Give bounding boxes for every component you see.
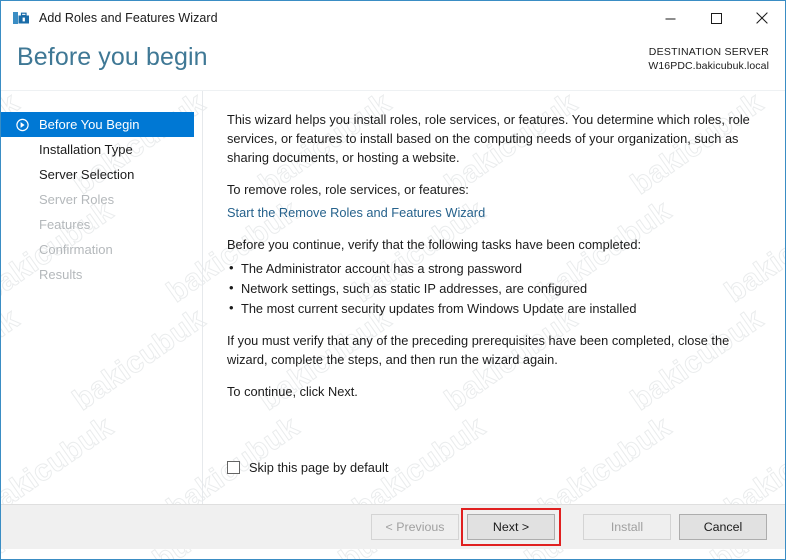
sidebar-item-label: Results bbox=[39, 267, 83, 282]
page-title: Before you begin bbox=[17, 43, 208, 71]
intro-paragraph: This wizard helps you install roles, rol… bbox=[227, 112, 750, 165]
destination-server-label: DESTINATION SERVER bbox=[648, 46, 769, 58]
sidebar-item-label: Installation Type bbox=[39, 142, 133, 157]
wizard-footer: < Previous Next > Install Cancel bbox=[1, 504, 785, 549]
skip-page-checkbox-row[interactable]: Skip this page by default bbox=[227, 460, 388, 475]
previous-button[interactable]: < Previous bbox=[371, 514, 459, 540]
sidebar-item-features: Features bbox=[1, 212, 202, 237]
minimize-button[interactable] bbox=[647, 1, 693, 35]
install-button-slot: Install bbox=[583, 514, 671, 540]
destination-server-block: DESTINATION SERVER W16PDC.bakicubuk.loca… bbox=[648, 45, 769, 73]
minimize-icon bbox=[665, 18, 675, 19]
prerequisite-task-item: Network settings, such as static IP addr… bbox=[227, 278, 763, 299]
previous-button-slot: < Previous bbox=[371, 514, 459, 540]
sidebar-item-label: Before You Begin bbox=[39, 117, 140, 132]
continue-paragraph: To continue, click Next. bbox=[227, 384, 358, 400]
sidebar-item-label: Confirmation bbox=[39, 242, 113, 257]
install-button[interactable]: Install bbox=[583, 514, 671, 540]
close-button[interactable] bbox=[739, 1, 785, 35]
prerequisite-task-item: The most current security updates from W… bbox=[227, 298, 763, 319]
server-toolbox-icon bbox=[13, 12, 29, 24]
sidebar-item-label: Server Selection bbox=[39, 167, 135, 182]
sidebar-item-server-selection[interactable]: Server Selection bbox=[1, 162, 202, 187]
sidebar-item-results: Results bbox=[1, 262, 202, 287]
prerequisite-task-item: The Administrator account has a strong p… bbox=[227, 258, 763, 279]
cancel-button[interactable]: Cancel bbox=[679, 514, 767, 540]
maximize-button[interactable] bbox=[693, 1, 739, 35]
sidebar-item-label: Features bbox=[39, 217, 91, 232]
title-bar: Add Roles and Features Wizard bbox=[1, 1, 785, 35]
sidebar-item-label: Server Roles bbox=[39, 192, 115, 207]
wizard-header: Before you begin DESTINATION SERVER W16P… bbox=[1, 35, 785, 91]
prerequisite-paragraph: If you must verify that any of the prece… bbox=[227, 333, 730, 368]
next-button[interactable]: Next > bbox=[467, 514, 555, 540]
next-button-slot: Next > bbox=[461, 508, 561, 546]
destination-server-name: W16PDC.bakicubuk.local bbox=[648, 60, 769, 73]
prerequisite-task-list: The Administrator account has a strong p… bbox=[227, 258, 763, 320]
skip-page-checkbox[interactable] bbox=[227, 461, 240, 474]
wizard-window: bakicubuk bakicubuk bakicubuk bakicubuk baki… bbox=[0, 0, 786, 560]
wizard-content: This wizard helps you install roles, rol… bbox=[203, 91, 785, 504]
window-controls bbox=[647, 1, 785, 35]
remove-link-row: Start the Remove Roles and Features Wiza… bbox=[227, 204, 763, 223]
sidebar-item-before-you-begin[interactable]: Before You Begin bbox=[1, 112, 194, 137]
start-remove-roles-wizard-link[interactable]: Start the Remove Roles and Features Wiza… bbox=[227, 205, 485, 220]
sidebar-item-installation-type[interactable]: Installation Type bbox=[1, 137, 202, 162]
window-title: Add Roles and Features Wizard bbox=[39, 11, 218, 25]
wizard-step-nav: Before You Begin Installation Type Server … bbox=[1, 91, 203, 504]
sidebar-item-server-roles: Server Roles bbox=[1, 187, 202, 212]
verify-intro-text: Before you continue, verify that the fol… bbox=[227, 236, 642, 252]
cancel-button-slot: Cancel bbox=[679, 514, 767, 540]
sidebar-item-confirmation: Confirmation bbox=[1, 237, 202, 262]
skip-page-checkbox-label: Skip this page by default bbox=[249, 460, 389, 475]
maximize-icon bbox=[710, 12, 722, 24]
wizard-body: Before You Begin Installation Type Server … bbox=[1, 91, 785, 504]
close-icon bbox=[756, 12, 768, 24]
remove-intro-text: To remove roles, role services, or featu… bbox=[227, 181, 469, 197]
current-step-icon bbox=[16, 118, 29, 131]
